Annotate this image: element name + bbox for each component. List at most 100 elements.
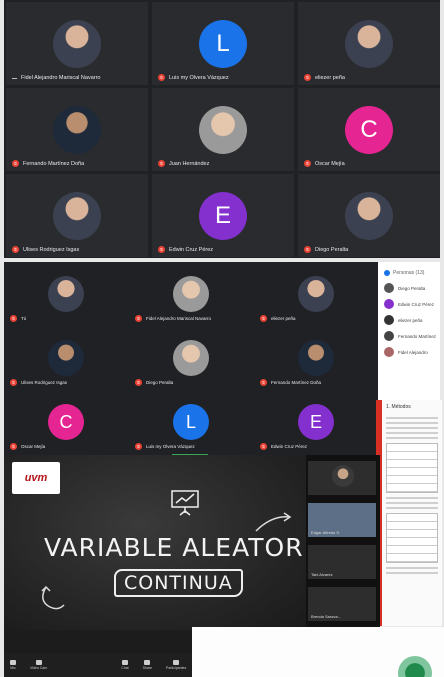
muted-mic-icon: ⦸ (304, 246, 311, 253)
avatar (53, 192, 101, 240)
participant-name: ⦸ Edwin Cruz Pérez (260, 443, 307, 450)
participant-name-text: Oscar Mejía (21, 444, 46, 449)
participant-name: ⦸ Fernando Martínez Doña (12, 160, 84, 167)
people-list-item[interactable]: Fernando Martínez (378, 328, 440, 344)
side-video-tile[interactable]: Brenda Sarava... (308, 587, 376, 621)
participant-tile[interactable]: ⦸ Fidel Alejandro Mariscal Navarro (129, 262, 253, 326)
participant-name: ⦸ Oscar Mejía (304, 160, 345, 167)
toolbar-label: Chat (121, 666, 129, 670)
side-video-tile[interactable]: Edgar Alfredo S. (308, 503, 376, 537)
arrow-doodle-icon (255, 512, 292, 532)
avatar (384, 283, 394, 293)
participant-name-text: Fernando Martínez Doña (23, 160, 85, 167)
participant-tile[interactable]: ⦸ Diego Peralta (298, 174, 440, 257)
participant-tile[interactable]: ⦸ Ulises Rodriguez Isgas (4, 326, 128, 390)
participant-tile[interactable]: ⦸ eliezer peña (298, 2, 440, 85)
people-panel: Personas (13) Diego Peralta Edwin Cruz Pé… (378, 262, 440, 400)
text-line (386, 427, 438, 429)
participant-name-text: Ulises Rodriguez Isgas (21, 380, 68, 385)
participant-name: ⦸ Juan Hernández (158, 160, 209, 167)
participants-button[interactable]: Participantes (166, 660, 186, 670)
text-line (386, 432, 438, 434)
people-icon (384, 270, 390, 276)
slide-title: VARIABLE ALEATOR (44, 533, 304, 562)
chalkboard-slide: uvm VARIABLE ALEATOR CONTINUA (4, 455, 306, 630)
muted-mic-icon: ⦸ (260, 315, 267, 322)
muted-mic-icon: ⦸ (158, 74, 165, 81)
participant-tile[interactable]: ⦸ Fernando Martínez Doña (6, 88, 148, 171)
toolbar-label: Video Cam (30, 666, 48, 670)
muted-mic-icon: ⦸ (260, 379, 267, 386)
participant-name: ⦸ Oscar Mejía (10, 443, 45, 450)
muted-mic-icon: ⦸ (12, 160, 19, 167)
participant-tile[interactable]: C ⦸ Oscar Mejía (4, 390, 128, 454)
people-list-item[interactable]: Diego Peralta (378, 280, 440, 296)
document-table (386, 513, 438, 563)
muted-mic-icon: ⦸ (304, 74, 311, 81)
participant-name: ⦸ Luis my Olvera Vázquez (135, 443, 195, 450)
microphone-icon (10, 660, 16, 665)
collage: Fidel Alejandro Mariscal Navarro L ⦸ Luis m… (0, 0, 444, 677)
toolbar-label: Participantes (166, 666, 187, 670)
participant-tile[interactable]: E ⦸ Edwin Cruz Pérez (254, 390, 378, 454)
participant-name-text: Oscar Mejía (315, 160, 345, 167)
avatar: E (298, 404, 334, 440)
toolbar-label: Mic (10, 666, 16, 670)
avatar (345, 20, 393, 68)
unmuted-icon (12, 77, 17, 79)
participant-name: ⦸ eliezer peña (304, 74, 345, 81)
people-list-item[interactable]: eliezer peña (378, 312, 440, 328)
avatar (173, 276, 209, 312)
share-button[interactable]: Share (143, 660, 152, 670)
participant-name-text: Diego Peralta (315, 246, 349, 253)
circle-arrow-doodle-icon (41, 585, 65, 610)
people-list-item[interactable]: Fidel Alejandro (378, 344, 440, 360)
text-line (386, 497, 438, 499)
video-button[interactable]: Video Cam (30, 660, 47, 670)
participant-name: Fidel Alejandro Mariscal Navarro (12, 75, 100, 81)
participant-name: ⦸ Fernando Martínez Doña (260, 379, 321, 386)
avatar: E (199, 192, 247, 240)
meet-grid-top: Fidel Alejandro Mariscal Navarro L ⦸ Luis m… (4, 0, 440, 258)
participant-tile[interactable]: ⦸ Ulises Rodriguez Isgas (6, 174, 148, 257)
people-list-name: eliezer peña (398, 317, 423, 323)
avatar (384, 299, 394, 309)
participant-tile[interactable]: ⦸ eliezer peña (254, 262, 378, 326)
avatar (345, 192, 393, 240)
participant-name-text: Edwin Cruz Pérez (271, 444, 308, 449)
participant-name-text: Tú (21, 316, 27, 321)
participant-tile[interactable]: ⦸ Juan Hernández (152, 88, 294, 171)
avatar: C (48, 404, 84, 440)
participant-tile[interactable]: E ⦸ Edwin Cruz Pérez (152, 174, 294, 257)
avatar (53, 20, 101, 68)
people-list-item[interactable]: Edwin Cruz Pérez (378, 296, 440, 312)
avatar: L (173, 404, 209, 440)
participant-tile[interactable]: L ⦸ Luis my Olvera Vázquez (152, 2, 294, 85)
participant-name-text: Diego Peralta (146, 380, 174, 385)
people-header: Personas (13) (378, 262, 440, 280)
participant-name-text: eliezer peña (315, 74, 345, 81)
mic-button[interactable]: Mic (10, 660, 16, 670)
participant-tile[interactable]: L ⦸ Luis my Olvera Vázquez (129, 390, 253, 454)
participant-name: ⦸ Edwin Cruz Pérez (158, 246, 213, 253)
muted-mic-icon: ⦸ (10, 315, 17, 322)
participant-tile[interactable]: ⦸ Tú (4, 262, 128, 326)
people-title: Personas (13) (393, 270, 425, 276)
participant-tile[interactable]: ⦸ Fernando Martínez Doña (254, 326, 378, 390)
participant-name: ⦸ Ulises Rodriguez Isgas (10, 379, 67, 386)
participant-name: ⦸ Fidel Alejandro Mariscal Navarro (135, 315, 211, 322)
people-list-name: Diego Peralta (398, 285, 426, 291)
side-video-tile[interactable] (308, 461, 376, 495)
avatar (199, 106, 247, 154)
avatar (53, 106, 101, 154)
avatar (173, 340, 209, 376)
toolbar-label: Share (142, 666, 153, 670)
participant-tile[interactable]: ⦸ Diego Peralta (129, 326, 253, 390)
participant-tile[interactable]: C ⦸ Oscar Mejía (298, 88, 440, 171)
muted-mic-icon: ⦸ (135, 443, 142, 450)
participant-name: ⦸ Diego Peralta (135, 379, 173, 386)
participant-tile[interactable]: Fidel Alejandro Mariscal Navarro (6, 2, 148, 85)
muted-mic-icon: ⦸ (304, 160, 311, 167)
side-video-tile[interactable]: Tabi Alvarez (308, 545, 376, 579)
chat-button[interactable]: Chat (121, 660, 129, 670)
